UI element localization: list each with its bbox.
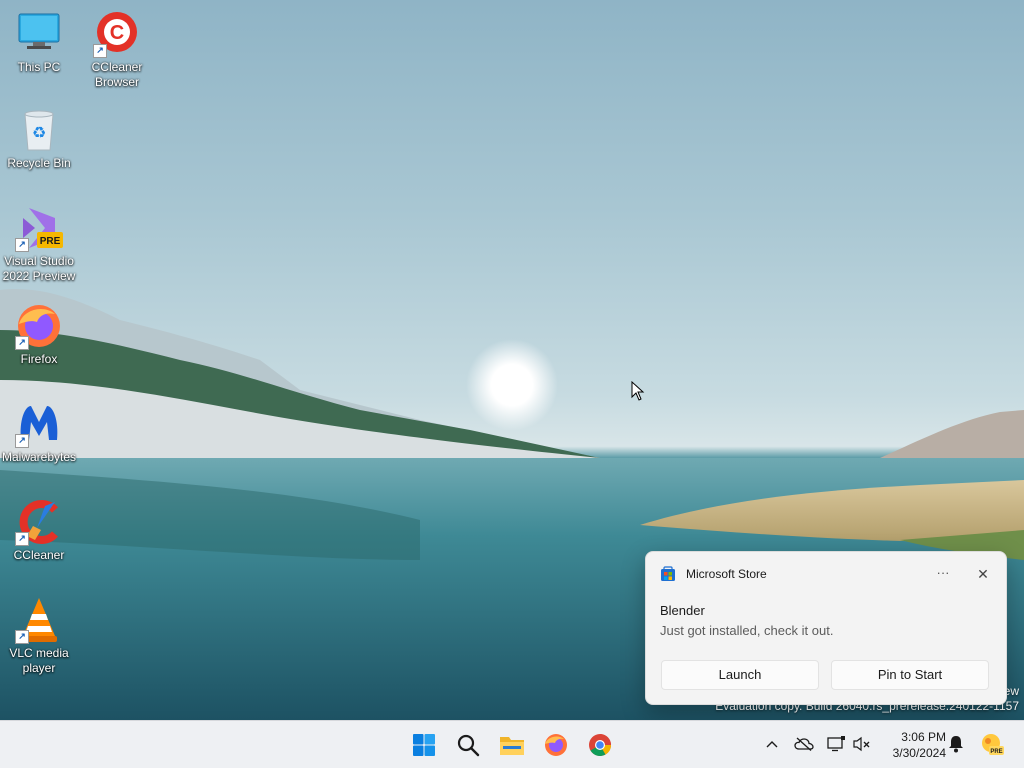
shortcut-arrow-icon: ↗ <box>15 336 29 350</box>
mouse-cursor-icon <box>631 381 645 401</box>
desktop-icon-label: Firefox <box>20 352 58 366</box>
pin-to-start-button[interactable]: Pin to Start <box>831 660 989 690</box>
volume-tray-icon[interactable] <box>852 734 872 754</box>
close-icon[interactable]: ✕ <box>972 564 994 584</box>
ccleaner-browser-icon: C ↗ <box>93 10 141 58</box>
this-pc-icon <box>15 10 63 58</box>
monitor-icon <box>827 736 845 752</box>
vlc-icon: ↗ <box>15 596 63 644</box>
copilot-icon: PRE <box>982 734 1004 755</box>
desktop-icon-label: CCleaner <box>13 548 65 562</box>
desktop-icon-visual-studio[interactable]: PRE ↗ Visual Studio 2022 Preview <box>0 204 78 284</box>
desktop-icon-label: Malwarebytes <box>1 450 77 464</box>
toast-notification[interactable]: Microsoft Store ··· ✕ Blender Just got i… <box>645 551 1007 705</box>
copilot-preview-button[interactable]: PRE <box>980 732 1004 756</box>
microsoft-store-icon <box>661 566 675 581</box>
desktop-icon-this-pc[interactable]: This PC <box>0 10 78 75</box>
cloud-offline-icon <box>794 737 814 751</box>
toast-title: Blender <box>660 603 705 618</box>
shortcut-arrow-icon: ↗ <box>15 630 29 644</box>
svg-text:PRE: PRE <box>40 236 61 247</box>
desktop-icon-recycle-bin[interactable]: ♻ Recycle Bin <box>0 106 78 171</box>
shortcut-arrow-icon: ↗ <box>15 238 29 252</box>
taskbar-file-explorer[interactable] <box>492 725 532 765</box>
ccleaner-icon: ↗ <box>15 498 63 546</box>
malwarebytes-icon: ↗ <box>15 400 63 448</box>
search-button[interactable] <box>448 725 488 765</box>
chevron-up-icon <box>766 741 778 748</box>
svg-text:♻: ♻ <box>32 123 46 142</box>
launch-button[interactable]: Launch <box>661 660 819 690</box>
onedrive-tray-icon[interactable] <box>794 734 814 754</box>
clock-time: 3:06 PM <box>901 730 946 744</box>
desktop-icon-ccleaner[interactable]: ↗ CCleaner <box>0 498 78 563</box>
bell-icon <box>949 736 963 753</box>
desktop-icon-malwarebytes[interactable]: ↗ Malwarebytes <box>0 400 78 465</box>
recycle-bin-icon: ♻ <box>15 106 63 154</box>
firefox-icon: ↗ <box>15 302 63 350</box>
desktop-icon-label: CCleaner Browser <box>91 60 143 89</box>
svg-text:C: C <box>110 22 124 44</box>
clock-date: 3/30/2024 <box>892 746 946 760</box>
start-button[interactable] <box>404 725 444 765</box>
chrome-icon <box>589 734 611 756</box>
desktop-icon-label: Visual Studio 2022 Preview <box>2 254 76 283</box>
svg-text:PRE: PRE <box>990 749 1002 755</box>
toast-header: Microsoft Store <box>660 566 767 582</box>
desktop-icon-label: This PC <box>17 60 61 74</box>
taskbar-clock[interactable]: 3:06 PM 3/30/2024 <box>880 729 946 761</box>
desktop-icon-ccleaner-browser[interactable]: C ↗ CCleaner Browser <box>78 10 156 90</box>
show-hidden-icons-button[interactable] <box>762 734 782 754</box>
display-tray-icon[interactable] <box>826 734 846 754</box>
taskbar-firefox[interactable] <box>536 725 576 765</box>
toast-app-name: Microsoft Store <box>686 567 767 581</box>
speaker-muted-icon <box>853 736 870 752</box>
firefox-icon <box>545 734 567 756</box>
search-icon <box>457 734 480 757</box>
visual-studio-icon: PRE ↗ <box>15 204 63 252</box>
shortcut-arrow-icon: ↗ <box>15 532 29 546</box>
shortcut-arrow-icon: ↗ <box>15 434 29 448</box>
taskbar: 3:06 PM 3/30/2024 PRE <box>0 720 1024 768</box>
toast-message: Just got installed, check it out. <box>660 623 834 638</box>
file-explorer-icon <box>500 737 524 755</box>
start-icon <box>413 734 435 756</box>
desktop-icon-label: Recycle Bin <box>7 156 71 170</box>
desktop-icon-label: VLC media player <box>9 646 69 675</box>
notifications-button[interactable] <box>946 734 966 754</box>
more-options-button[interactable]: ··· <box>932 564 954 584</box>
desktop-icon-vlc[interactable]: ↗ VLC media player <box>0 596 78 676</box>
desktop-icon-firefox[interactable]: ↗ Firefox <box>0 302 78 367</box>
taskbar-chrome[interactable] <box>580 725 620 765</box>
shortcut-arrow-icon: ↗ <box>93 44 107 58</box>
